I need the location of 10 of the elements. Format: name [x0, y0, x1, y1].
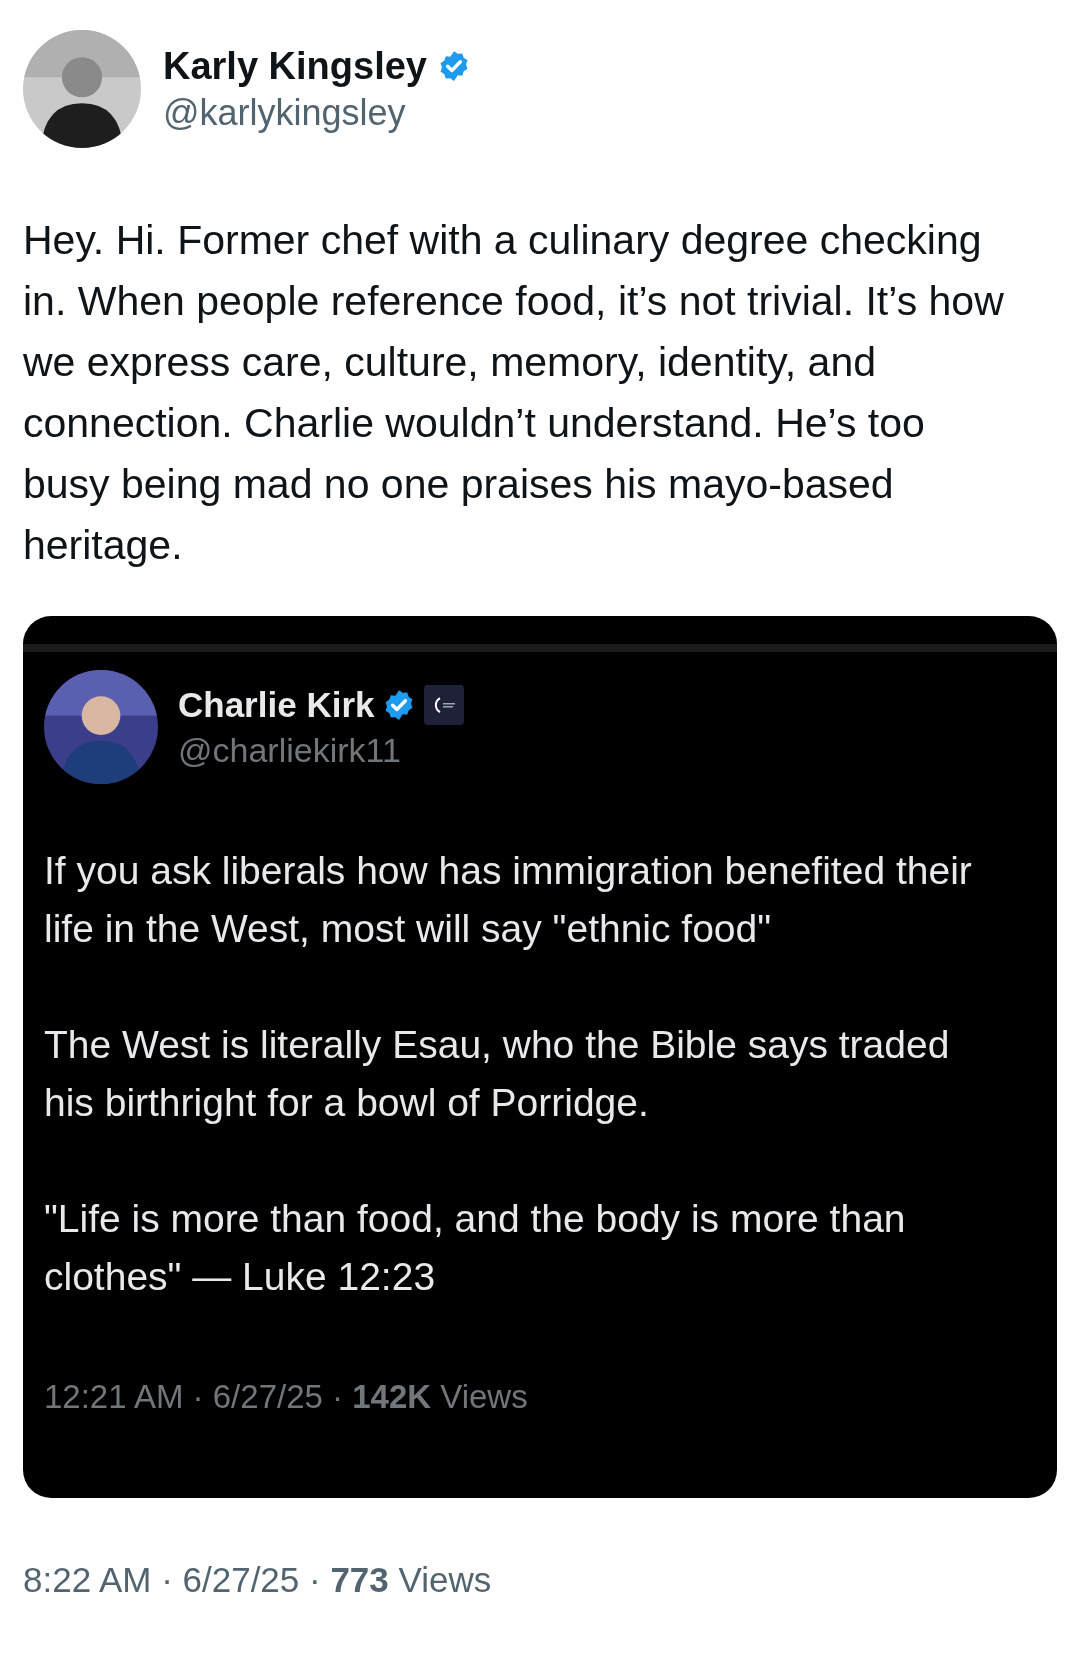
post-meta: 8:22 AM · 6/27/25 · 773 Views	[23, 1559, 493, 1601]
quoted-post-text: "Life is more than food, and the body is more than clothes" — Luke 12:23	[44, 1196, 907, 1300]
quoted-author-name: Charlie Kirk	[178, 684, 375, 726]
quoted-post-meta: 12:21 AM · 6/27/25 · 142K Views	[44, 1377, 529, 1417]
post-text: Hey. Hi. Former chef with a culinary degree checking in. When people reference food, it’s not trivial. It’s how we express care, culture, memory, identity, and connection. Charlie wouldn’t understand. He’s too busy being mad no one praises his mayo-based heritage.	[23, 216, 1005, 570]
author-name: Karly Kingsley	[163, 44, 427, 89]
quoted-post-text: The West is literally Esau, who the Bible says traded his birthright for a bowl of Porridge.	[44, 1022, 951, 1126]
author-handle: @karlykingsley	[163, 91, 407, 135]
quoted-author-handle: @charliekirk11	[178, 730, 402, 771]
quoted-post-text: If you ask liberals how has immigration benefited their life in the West, most will say "ethnic food"	[44, 848, 973, 952]
